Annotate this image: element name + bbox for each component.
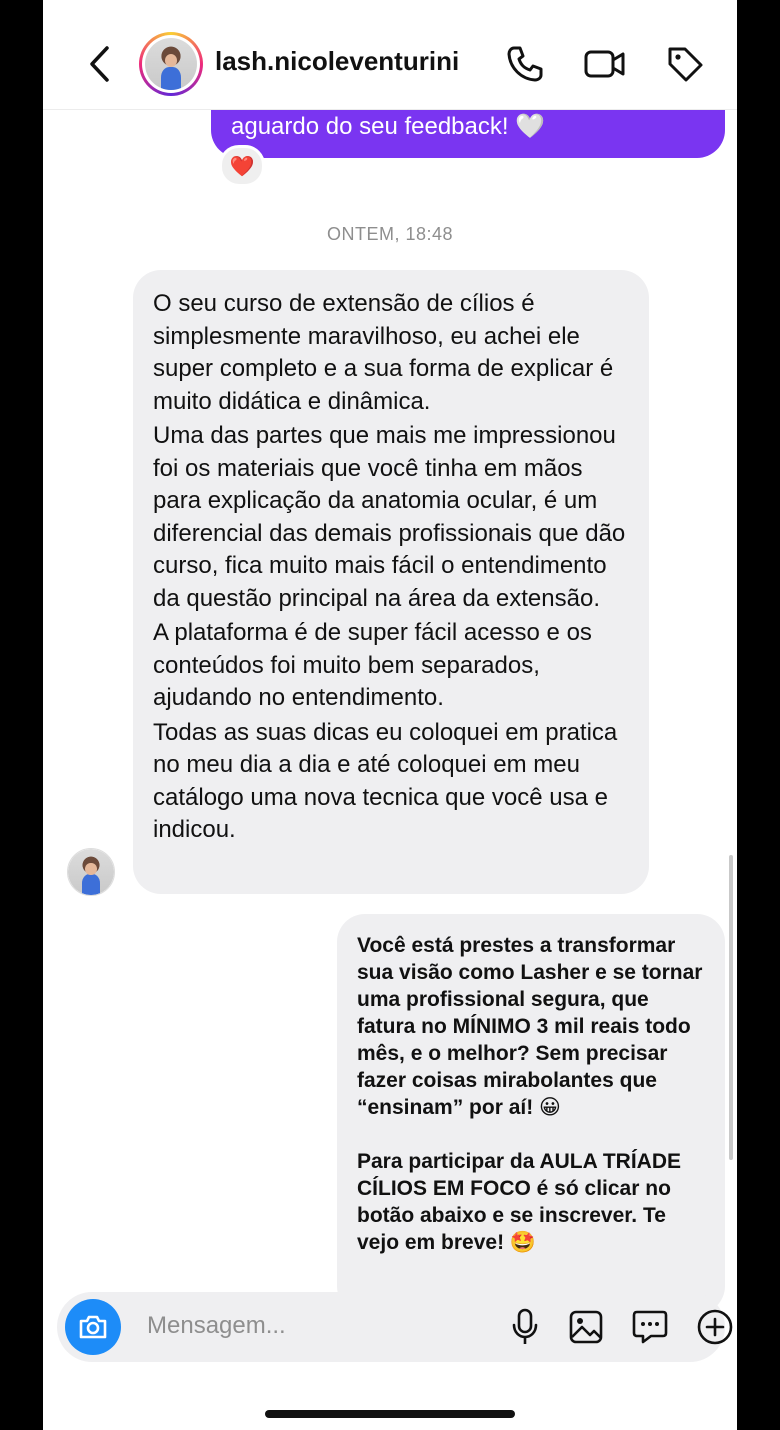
- heart-reaction[interactable]: ❤️: [219, 145, 265, 187]
- message-paragraph: Para participar da AULA TRÍADE CÍLIOS EM…: [357, 1150, 682, 1254]
- sender-avatar[interactable]: [67, 848, 115, 896]
- chat-screen: lash.nicoleventurini aguardo do seu feed…: [43, 0, 737, 1430]
- chat-bubble-icon: [632, 1310, 668, 1344]
- home-indicator[interactable]: [265, 1410, 515, 1418]
- video-camera-icon: [584, 50, 625, 78]
- message-paragraph: Você está prestes a transformar sua visã…: [357, 934, 703, 1119]
- back-button[interactable]: [83, 44, 115, 84]
- camera-button[interactable]: [65, 1299, 121, 1355]
- image-icon: [569, 1310, 603, 1344]
- tag-button[interactable]: [663, 42, 707, 86]
- sticker-button[interactable]: [630, 1307, 670, 1347]
- chat-header: lash.nicoleventurini: [43, 0, 737, 110]
- microphone-icon: [512, 1308, 538, 1344]
- tag-icon: [668, 47, 703, 82]
- avatar-photo: [145, 38, 197, 90]
- chat-username[interactable]: lash.nicoleventurini: [215, 46, 459, 77]
- avatar-photo: [68, 849, 114, 895]
- message-paragraph: Uma das partes que mais me impressionou …: [153, 422, 626, 612]
- message-text: aguardo do seu feedback! 🤍: [231, 113, 546, 140]
- add-button[interactable]: [695, 1307, 735, 1347]
- video-call-button[interactable]: [583, 42, 627, 86]
- voice-call-button[interactable]: [503, 42, 547, 86]
- message-paragraph: A plataforma é de super fácil acesso e o…: [153, 619, 592, 711]
- plus-circle-icon: [697, 1309, 733, 1345]
- scrollbar[interactable]: [729, 855, 733, 1160]
- message-paragraph: Todas as suas dicas eu coloquei em prati…: [153, 718, 618, 844]
- chevron-left-icon: [90, 46, 109, 82]
- incoming-message-bubble[interactable]: O seu curso de extensão de cílios é simp…: [133, 270, 649, 894]
- gallery-button[interactable]: [566, 1307, 606, 1347]
- message-composer: Mensagem...: [57, 1292, 733, 1362]
- voice-message-button[interactable]: [505, 1307, 545, 1347]
- message-timestamp: ONTEM, 18:48: [326, 224, 454, 244]
- message-paragraph: O seu curso de extensão de cílios é simp…: [153, 290, 614, 415]
- message-input[interactable]: Mensagem...: [147, 1312, 286, 1340]
- outgoing-message-bubble[interactable]: Você está prestes a transformar sua visã…: [337, 914, 725, 1314]
- phone-icon: [507, 46, 543, 82]
- profile-avatar[interactable]: [139, 32, 203, 96]
- camera-icon: [79, 1315, 107, 1339]
